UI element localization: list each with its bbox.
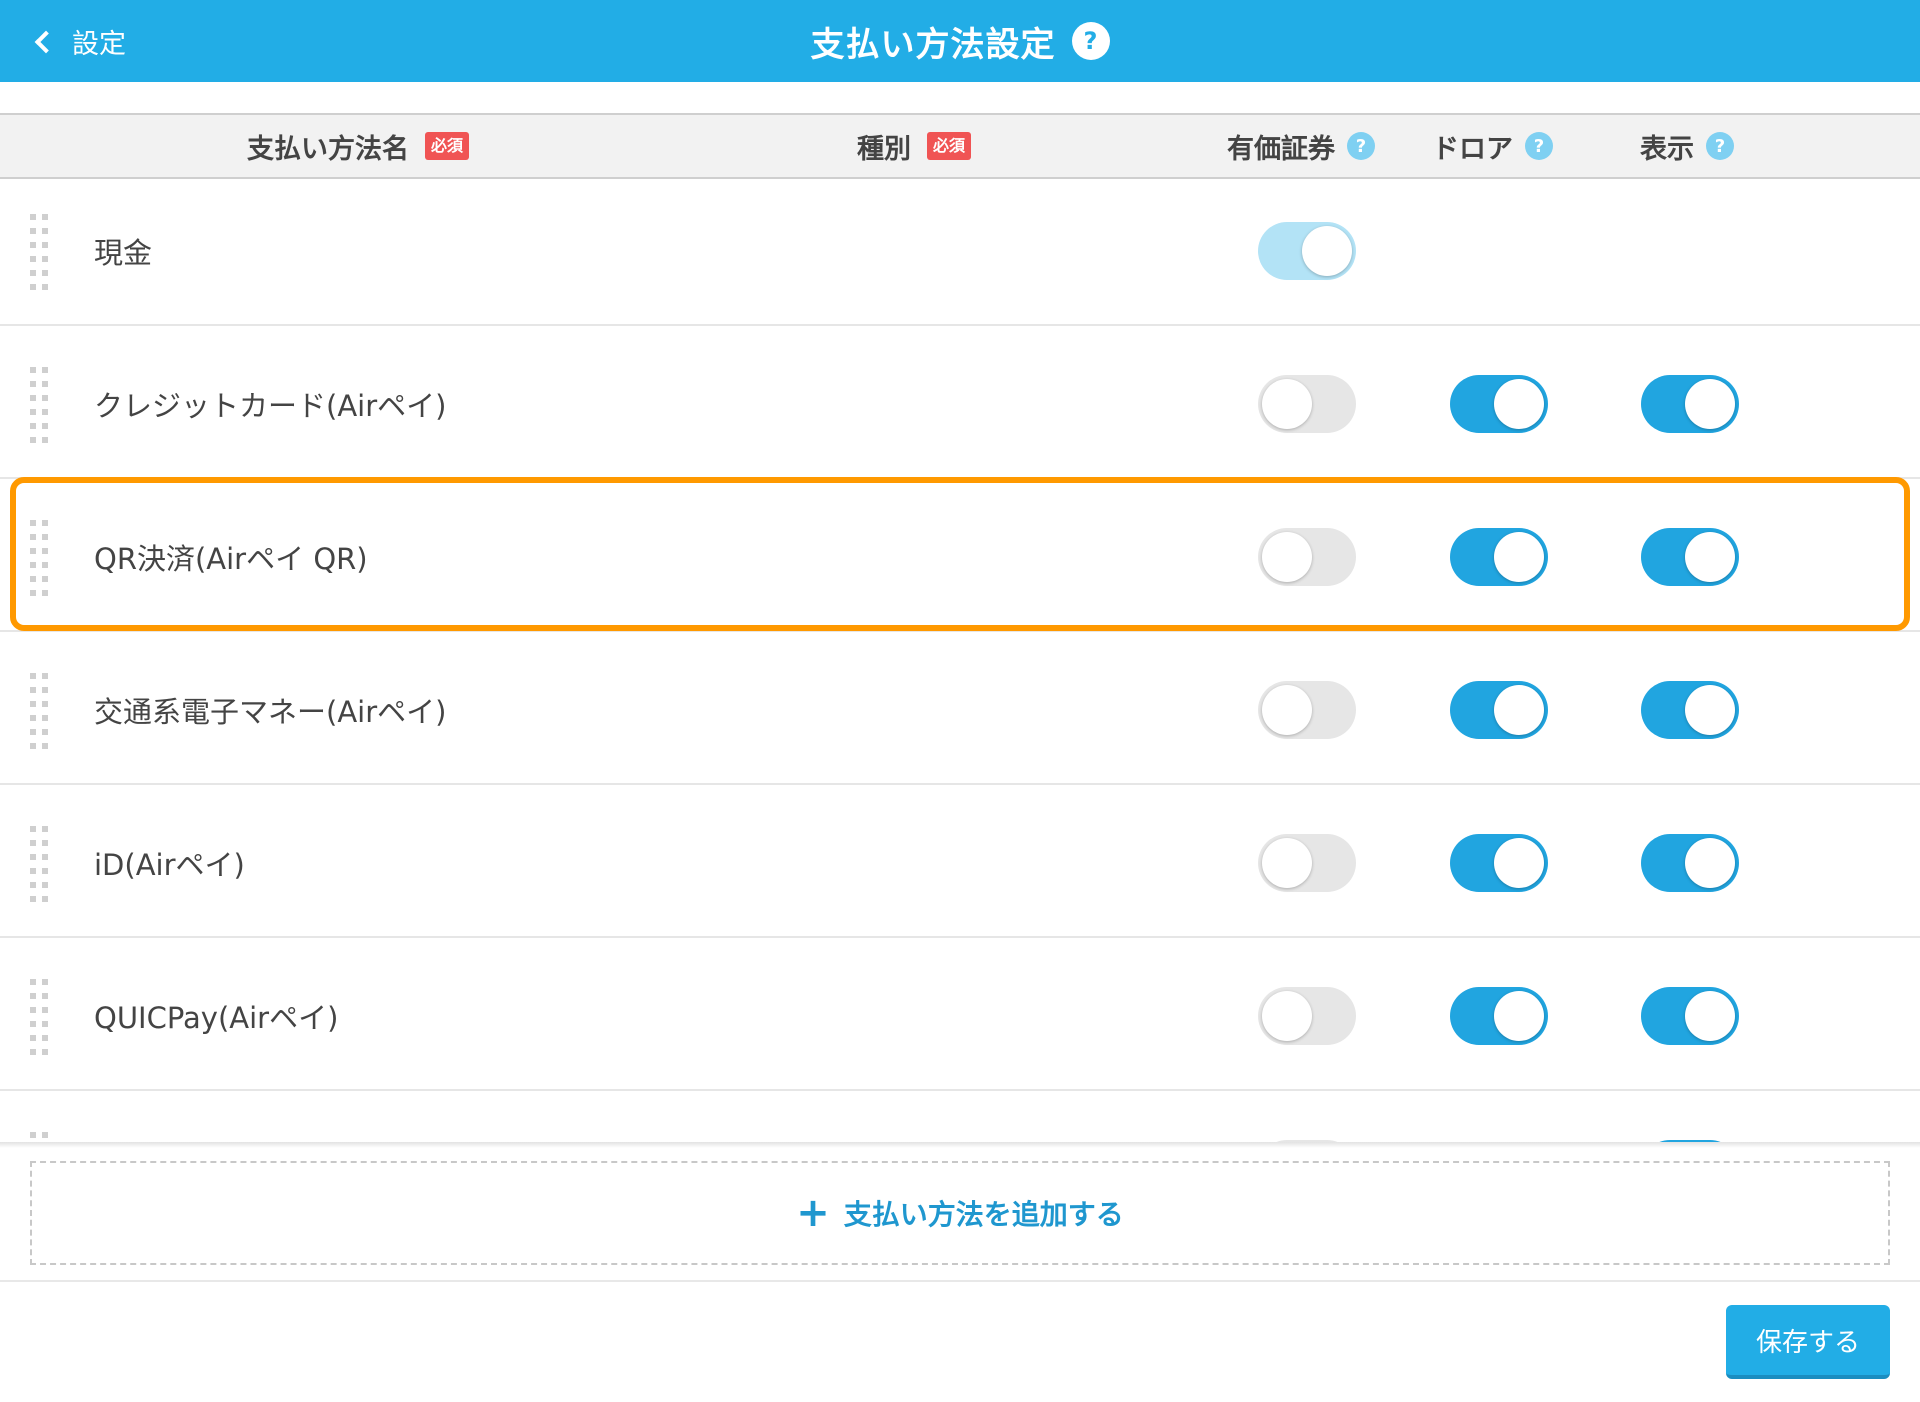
column-drawer: ドロア ? [1432, 115, 1553, 177]
plus-icon: + [796, 1190, 830, 1236]
column-display: 表示 ? [1640, 115, 1734, 177]
back-button[interactable]: 設定 [34, 0, 126, 82]
payment-method-name: クレジットカード(Airペイ) [94, 389, 447, 423]
toggle-knob [1262, 838, 1312, 888]
toggle-knob [1494, 532, 1544, 582]
toggle-knob [1685, 532, 1735, 582]
drag-handle-icon[interactable] [30, 673, 50, 749]
securities-toggle[interactable] [1258, 528, 1356, 586]
securities-toggle[interactable] [1258, 681, 1356, 739]
display-toggle[interactable] [1641, 528, 1739, 586]
page-title: 支払い方法設定 [810, 24, 1056, 65]
display-toggle[interactable] [1641, 834, 1739, 892]
column-securities: 有価証券 ? [1227, 115, 1375, 177]
footer-line [0, 1280, 1920, 1282]
table-row: QR決済(Airペイ QR) [0, 482, 1920, 632]
securities-help-icon[interactable]: ? [1347, 132, 1375, 160]
table-row: iD(Airペイ) [0, 788, 1920, 938]
drag-handle-icon[interactable] [30, 520, 50, 596]
required-badge: 必須 [927, 132, 972, 160]
table-row: QUICPay(Airペイ) [0, 941, 1920, 1091]
toggle-knob [1685, 685, 1735, 735]
toggle-knob [1262, 991, 1312, 1041]
drawer-toggle[interactable] [1450, 834, 1548, 892]
display-toggle[interactable] [1641, 987, 1739, 1045]
payment-method-name: iD(Airペイ) [94, 848, 245, 882]
column-payment-name: 支払い方法名 必須 [247, 115, 470, 177]
toggle-knob [1494, 991, 1544, 1041]
title-container: 支払い方法設定 ? [0, 0, 1920, 82]
payment-method-name: QUICPay(Airペイ) [94, 1001, 339, 1035]
toggle-knob [1262, 532, 1312, 582]
securities-toggle[interactable] [1258, 834, 1356, 892]
column-type-label: 種別 [857, 133, 911, 165]
table-row: クレジットカード(Airペイ) [0, 329, 1920, 479]
column-type: 種別 必須 [857, 115, 972, 177]
toggle-knob [1685, 991, 1735, 1041]
drawer-toggle[interactable] [1450, 375, 1548, 433]
column-header: 支払い方法名 必須 種別 必須 有価証券 ? ドロア ? 表示 ? [0, 113, 1920, 179]
chevron-left-icon [34, 30, 58, 54]
securities-toggle [1258, 222, 1356, 280]
securities-toggle[interactable] [1258, 987, 1356, 1045]
drag-handle-icon[interactable] [30, 826, 50, 902]
save-button[interactable]: 保存する [1726, 1305, 1890, 1379]
drawer-toggle[interactable] [1450, 987, 1548, 1045]
payment-method-list: 現金クレジットカード(Airペイ) QR決済(Airペイ QR) 交通系電子マネー(… [0, 179, 1920, 1142]
add-payment-method-label: 支払い方法を追加する [843, 1198, 1124, 1231]
column-display-label: 表示 [1640, 133, 1694, 165]
toggle-knob [1685, 379, 1735, 429]
header-bar: 設定 支払い方法設定 ? [0, 0, 1920, 82]
add-payment-method-button[interactable]: + 支払い方法を追加する [30, 1161, 1890, 1265]
toggle-knob [1685, 838, 1735, 888]
display-toggle[interactable] [1641, 681, 1739, 739]
securities-toggle[interactable] [1258, 375, 1356, 433]
toggle-knob [1494, 379, 1544, 429]
drag-handle-icon[interactable] [30, 979, 50, 1055]
drag-handle-icon[interactable] [30, 1132, 50, 1142]
column-securities-label: 有価証券 [1227, 133, 1335, 165]
column-payment-name-label: 支払い方法名 [247, 133, 409, 165]
toggle-knob [1494, 685, 1544, 735]
drag-handle-icon[interactable] [30, 367, 50, 443]
table-row [0, 1094, 1920, 1142]
drag-handle-icon[interactable] [30, 214, 50, 290]
display-toggle[interactable] [1641, 375, 1739, 433]
toggle-knob [1494, 838, 1544, 888]
drawer-toggle[interactable] [1450, 528, 1548, 586]
drawer-toggle[interactable] [1450, 681, 1548, 739]
toggle-knob [1302, 226, 1352, 276]
required-badge: 必須 [425, 132, 470, 160]
help-icon[interactable]: ? [1071, 22, 1110, 60]
payment-method-name: QR決済(Airペイ QR) [94, 542, 368, 576]
toggle-knob [1262, 685, 1312, 735]
display-help-icon[interactable]: ? [1706, 132, 1734, 160]
back-label: 設定 [72, 28, 126, 60]
column-drawer-label: ドロア [1432, 133, 1513, 165]
footer-divider [0, 1142, 1920, 1148]
table-row: 交通系電子マネー(Airペイ) [0, 635, 1920, 785]
payment-method-name: 現金 [94, 236, 153, 270]
toggle-knob [1262, 379, 1312, 429]
payment-method-name: 交通系電子マネー(Airペイ) [94, 695, 447, 729]
table-row: 現金 [0, 179, 1920, 326]
drawer-help-icon[interactable]: ? [1525, 132, 1553, 160]
